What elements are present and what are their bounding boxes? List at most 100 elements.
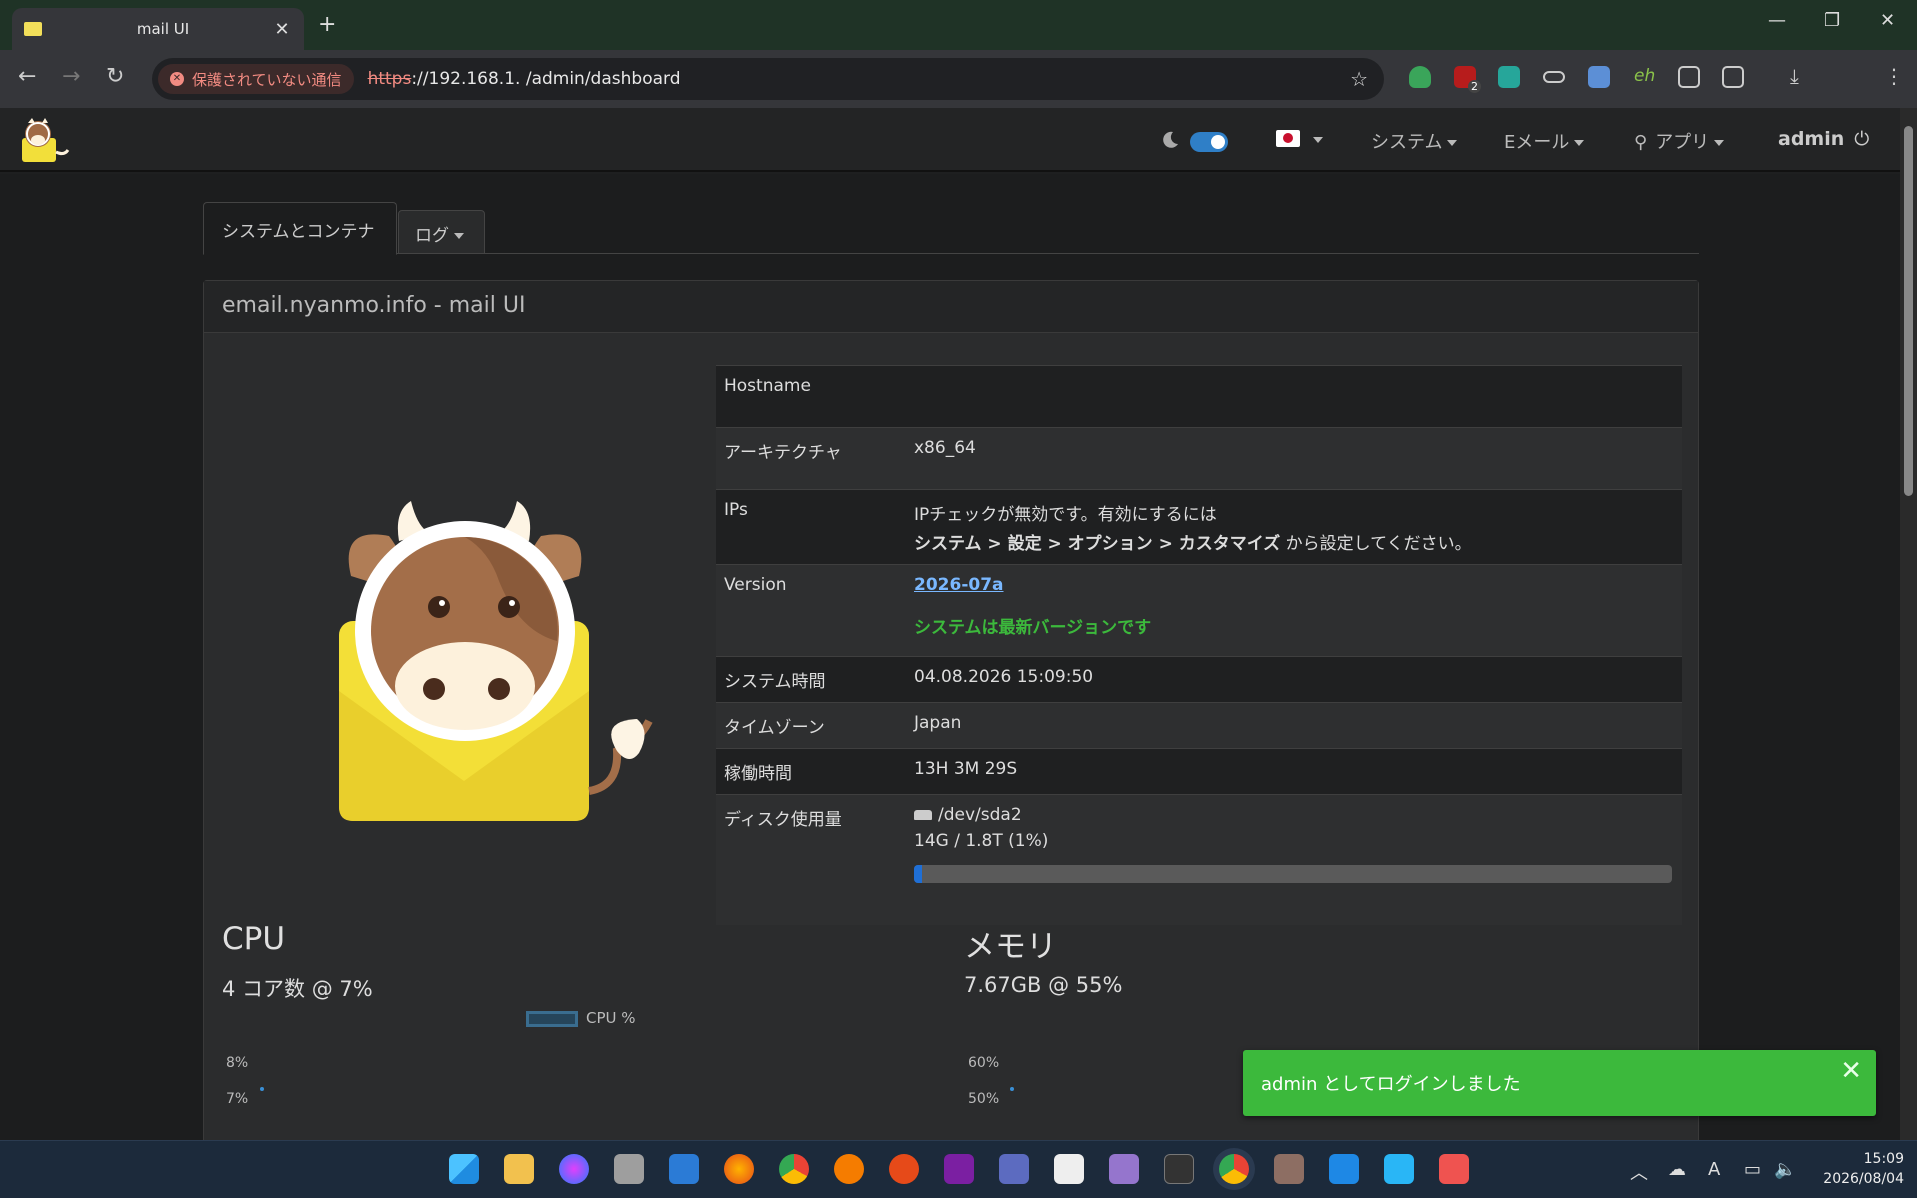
time-label: システム時間 (716, 656, 906, 703)
version-status: システムは最新バージョンです (914, 618, 1152, 638)
app-icon[interactable] (1054, 1154, 1084, 1184)
eh-extension-icon[interactable]: eh (1634, 66, 1655, 86)
browser-toolbar: ← → ↻ ✕ 保護されていない通信 https://192.168.1. /a… (0, 50, 1917, 108)
moon-icon (1163, 131, 1178, 148)
tab-logs[interactable]: ログ (398, 210, 485, 254)
chevron-down-icon (454, 233, 464, 239)
app-navbar: システム Eメール ⚲ アプリ admin ⏻ (0, 108, 1900, 172)
nav-apps-label: アプリ (1655, 132, 1710, 153)
page-scrollbar[interactable] (1900, 108, 1917, 1140)
forward-icon[interactable]: → (62, 64, 80, 89)
nav-email[interactable]: Eメール (1504, 128, 1585, 154)
arch-label: アーキテクチャ (716, 427, 906, 490)
url-path: ://192.168.1. /admin/dashboard (411, 69, 681, 89)
new-tab-button[interactable]: + (318, 12, 336, 37)
hostname-value (906, 365, 1682, 428)
toast-close-icon[interactable]: ✕ (1840, 1056, 1862, 1086)
nav-user-label: admin (1778, 128, 1845, 150)
toast-message: admin としてログインしました (1261, 1074, 1521, 1095)
close-tab-icon[interactable]: ✕ (272, 19, 292, 40)
gimp-icon[interactable] (1274, 1154, 1304, 1184)
table-row: タイムゾーン Japan (716, 702, 1682, 749)
shield-extension-icon[interactable] (1409, 66, 1431, 88)
version-value: 2026-07a システムは最新バージョンです (906, 564, 1682, 657)
network-icon[interactable]: ▭ (1744, 1159, 1761, 1180)
tab-system-containers[interactable]: システムとコンテナ (203, 202, 397, 255)
cpu-legend-swatch[interactable] (526, 1011, 578, 1027)
version-label: Version (716, 564, 906, 657)
disk-usage: 14G / 1.8T (1%) (914, 831, 1049, 851)
app-icon[interactable] (889, 1154, 919, 1184)
store-icon[interactable] (1384, 1154, 1414, 1184)
tray-cloud-icon[interactable]: ☁ (1668, 1159, 1686, 1180)
volume-muted-icon[interactable]: 🔈 (1774, 1159, 1796, 1180)
remote-desktop-icon[interactable] (999, 1154, 1029, 1184)
chevron-down-icon (1714, 140, 1725, 146)
taskbar-clock[interactable]: 15:09 2026/08/04 (1814, 1149, 1904, 1189)
japan-flag-icon[interactable] (1276, 130, 1300, 147)
blender-icon[interactable] (834, 1154, 864, 1184)
link-extension-icon[interactable] (1543, 71, 1565, 83)
disk-progress-fill (914, 865, 922, 883)
url-scheme: https (367, 69, 412, 89)
table-row: IPs IPチェックが無効です。有効にするには システム > 設定 > オプショ… (716, 489, 1682, 565)
browser-tab[interactable]: mail UI ✕ (12, 8, 304, 50)
start-icon[interactable] (449, 1154, 479, 1184)
app-icon[interactable] (1329, 1154, 1359, 1184)
main-content: システムとコンテナ ログ email.nyanmo.info - mail UI (0, 174, 1900, 1140)
disk-value: /dev/sda2 14G / 1.8T (1%) (906, 794, 1682, 925)
feather-app-icon[interactable] (1109, 1154, 1139, 1184)
chrome-icon[interactable] (779, 1154, 809, 1184)
vscode-icon[interactable] (669, 1154, 699, 1184)
terminal-icon[interactable] (1164, 1154, 1194, 1184)
ips-notice: IPチェックが無効です。有効にするには (914, 505, 1217, 525)
extension-blue-icon[interactable] (1588, 66, 1610, 88)
dark-mode-toggle[interactable] (1190, 132, 1228, 152)
nav-system[interactable]: システム (1371, 128, 1458, 154)
app-icon[interactable] (1439, 1154, 1469, 1184)
timezone-label: タイムゾーン (716, 702, 906, 749)
language-caret-icon[interactable] (1313, 137, 1323, 143)
not-secure-icon: ✕ (170, 72, 184, 86)
mailcow-logo-icon[interactable] (18, 116, 70, 166)
tray-chevron-up-icon[interactable]: ︿ (1630, 1159, 1648, 1185)
url-text[interactable]: https://192.168.1. /admin/dashboard (368, 69, 681, 89)
cpu-legend-label: CPU % (586, 1009, 636, 1027)
system-panel: email.nyanmo.info - mail UI Hostname アーキ… (203, 280, 1699, 1140)
ime-icon[interactable]: A (1708, 1159, 1720, 1180)
scrollbar-thumb[interactable] (1904, 126, 1913, 496)
address-bar[interactable]: ✕ 保護されていない通信 https://192.168.1. /admin/d… (152, 58, 1384, 100)
trash-extension-icon[interactable] (1678, 66, 1700, 88)
memory-title: メモリ (964, 929, 1057, 965)
browser-titlebar: mail UI ✕ + — ❐ ✕ (0, 0, 1917, 50)
restore-icon[interactable]: ❐ (1824, 10, 1840, 31)
nav-user[interactable]: admin ⏻ (1778, 128, 1869, 150)
table-row: 稼働時間 13H 3M 29S (716, 748, 1682, 795)
cpu-tick: 8% (226, 1055, 249, 1071)
ips-settings-path: システム > 設定 > オプション > カスタマイズ (914, 534, 1281, 554)
security-chip[interactable]: ✕ 保護されていない通信 (158, 64, 354, 94)
version-link[interactable]: 2026-07a (914, 575, 1004, 595)
chrome-active-icon[interactable] (1219, 1154, 1249, 1184)
firefox-icon[interactable] (724, 1154, 754, 1184)
cpu-title: CPU (222, 921, 286, 957)
bookmark-star-icon[interactable]: ☆ (1350, 67, 1368, 91)
reload-icon[interactable]: ↻ (106, 64, 124, 89)
extensions-puzzle-icon[interactable] (1722, 66, 1744, 88)
back-icon[interactable]: ← (18, 64, 36, 89)
power-icon[interactable]: ⏻ (1854, 128, 1869, 150)
file-explorer-icon[interactable] (504, 1154, 534, 1184)
nav-apps[interactable]: ⚲ アプリ (1634, 128, 1725, 154)
download-icon[interactable]: ⤓ (1790, 64, 1799, 88)
ips-label: IPs (716, 489, 906, 565)
timezone-value: Japan (906, 702, 1682, 749)
tab-logs-label: ログ (415, 226, 449, 246)
menu-dots-icon[interactable]: ⋮ (1884, 64, 1904, 88)
close-window-icon[interactable]: ✕ (1880, 10, 1895, 31)
extension-teal-icon[interactable] (1498, 66, 1520, 88)
minimize-icon[interactable]: — (1768, 10, 1786, 31)
ips-value: IPチェックが無効です。有効にするには システム > 設定 > オプション > … (906, 489, 1682, 565)
app-icon[interactable] (559, 1154, 589, 1184)
onenote-icon[interactable] (944, 1154, 974, 1184)
app-icon[interactable] (614, 1154, 644, 1184)
